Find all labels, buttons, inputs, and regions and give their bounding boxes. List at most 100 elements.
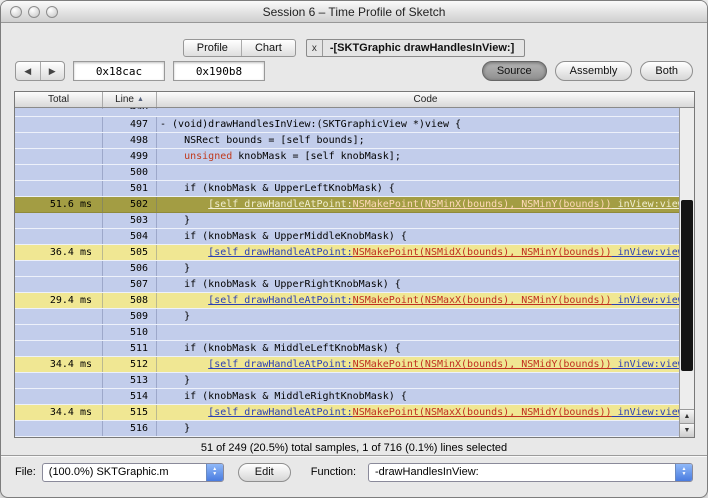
- line-number-cell: 513: [103, 373, 157, 388]
- table-row[interactable]: 507 if (knobMask & UpperRightKnobMask) {: [15, 277, 679, 293]
- code-cell: - (void)drawHandlesInView:(SKTGraphicVie…: [157, 117, 679, 132]
- code-segment: NSMakePoint(NSMaxX(bounds), NSMidY(bound…: [353, 407, 612, 418]
- code-segment: inView:view];: [612, 247, 679, 258]
- code-cell: [157, 325, 679, 340]
- title-bar[interactable]: Session 6 – Time Profile of Sketch: [1, 1, 707, 23]
- code-cell: NSRect bounds = [self bounds];: [157, 133, 679, 148]
- code-segment: if (knobMask & UpperRightKnobMask) {: [160, 279, 401, 290]
- scrollbar-thumb[interactable]: [681, 200, 693, 371]
- app-window: Session 6 – Time Profile of Sketch Profi…: [0, 0, 708, 498]
- file-popup[interactable]: (100.0%) SKTGraphic.m ▲ ▼: [42, 463, 224, 482]
- table-row[interactable]: 516 }: [15, 421, 679, 437]
- tab-strip: Profile Chart x -[SKTGraphic drawHandles…: [1, 38, 707, 58]
- tab-chart[interactable]: Chart: [241, 40, 295, 56]
- line-number-cell: 507: [103, 277, 157, 292]
- address-field-end[interactable]: [173, 61, 265, 81]
- code-cell: }: [157, 261, 679, 276]
- line-number-cell: 514: [103, 389, 157, 404]
- function-label: Function:: [311, 466, 356, 478]
- table-row[interactable]: 509 }: [15, 309, 679, 325]
- code-cell: if (knobMask & UpperLeftKnobMask) {: [157, 181, 679, 196]
- code-segment: if (knobMask & MiddleLeftKnobMask) {: [160, 343, 401, 354]
- code-cell: if (knobMask & MiddleRightKnobMask) {: [157, 389, 679, 404]
- line-number-cell: 511: [103, 341, 157, 356]
- code-segment: if (knobMask & UpperMiddleKnobMask) {: [160, 231, 407, 242]
- forward-icon[interactable]: ▶: [40, 62, 65, 80]
- history-segmented-control: ◀ ▶: [15, 61, 65, 81]
- table-row[interactable]: 510: [15, 325, 679, 341]
- table-row[interactable]: 498 NSRect bounds = [self bounds];: [15, 133, 679, 149]
- table-row[interactable]: 496: [15, 108, 679, 117]
- table-row[interactable]: 503 }: [15, 213, 679, 229]
- popup-arrows-icon: ▲ ▼: [206, 464, 223, 481]
- code-cell: if (knobMask & UpperRightKnobMask) {: [157, 277, 679, 292]
- tab-drawhandlesinview[interactable]: x -[SKTGraphic drawHandlesInView:]: [306, 39, 525, 57]
- table-row[interactable]: 36.4 ms505 [self drawHandleAtPoint:NSMak…: [15, 245, 679, 261]
- table-row[interactable]: 504 if (knobMask & UpperMiddleKnobMask) …: [15, 229, 679, 245]
- line-number-cell: 510: [103, 325, 157, 340]
- table-row[interactable]: 514 if (knobMask & MiddleRightKnobMask) …: [15, 389, 679, 405]
- line-number-cell: 502: [103, 197, 157, 212]
- code-cell: [self drawHandleAtPoint:NSMakePoint(NSMa…: [157, 405, 679, 420]
- column-header-line[interactable]: Line ▲: [103, 92, 157, 107]
- vertical-scrollbar[interactable]: ▲ ▼: [679, 108, 694, 437]
- code-segment: - (void)drawHandlesInView:(SKTGraphicVie…: [160, 119, 461, 130]
- back-icon[interactable]: ◀: [16, 62, 40, 80]
- code-segment: if (knobMask & UpperLeftKnobMask) {: [160, 183, 395, 194]
- code-cell: }: [157, 373, 679, 388]
- view-segmented-control: Profile Chart: [183, 39, 296, 57]
- table-row[interactable]: 513 }: [15, 373, 679, 389]
- file-popup-value: (100.0%) SKTGraphic.m: [43, 464, 206, 481]
- source-button[interactable]: Source: [482, 61, 547, 81]
- code-segment: NSMakePoint(NSMinX(bounds), NSMidY(bound…: [353, 359, 612, 370]
- address-field-start[interactable]: [73, 61, 165, 81]
- code-segment: [self drawHandleAtPoint:: [208, 247, 353, 258]
- function-popup-value: -drawHandlesInView:: [369, 464, 675, 481]
- close-tab-icon[interactable]: x: [307, 40, 323, 56]
- source-profile-table: Total Line ▲ Code 496497- (void)drawHand…: [14, 91, 695, 438]
- code-segment: if (knobMask & MiddleRightKnobMask) {: [160, 391, 407, 402]
- line-number-cell: 503: [103, 213, 157, 228]
- assembly-button[interactable]: Assembly: [555, 61, 633, 81]
- column-header-total[interactable]: Total: [15, 92, 103, 107]
- table-row[interactable]: 51.6 ms502 [self drawHandleAtPoint:NSMak…: [15, 197, 679, 213]
- code-segment: [160, 151, 184, 162]
- code-cell: }: [157, 421, 679, 436]
- total-cell: [15, 133, 103, 148]
- table-row[interactable]: 501 if (knobMask & UpperLeftKnobMask) {: [15, 181, 679, 197]
- scroll-up-icon[interactable]: ▲: [680, 409, 694, 423]
- table-row[interactable]: 29.4 ms508 [self drawHandleAtPoint:NSMak…: [15, 293, 679, 309]
- code-segment: }: [160, 215, 190, 226]
- file-label: File:: [15, 466, 36, 478]
- code-segment: inView:view];: [612, 359, 679, 370]
- line-number-cell: 508: [103, 293, 157, 308]
- table-row[interactable]: 500: [15, 165, 679, 181]
- line-number-cell: 500: [103, 165, 157, 180]
- line-number-cell: 516: [103, 421, 157, 436]
- code-segment: }: [160, 311, 190, 322]
- tab-profile[interactable]: Profile: [184, 40, 241, 56]
- code-segment: NSMakePoint(NSMidX(bounds), NSMinY(bound…: [353, 247, 612, 258]
- scrollbar-arrows: ▲ ▼: [680, 409, 694, 437]
- popup-down-icon: ▼: [212, 472, 217, 477]
- function-popup[interactable]: -drawHandlesInView: ▲ ▼: [368, 463, 693, 482]
- table-row[interactable]: 34.4 ms515 [self drawHandleAtPoint:NSMak…: [15, 405, 679, 421]
- table-row[interactable]: 497- (void)drawHandlesInView:(SKTGraphic…: [15, 117, 679, 133]
- code-segment: [self drawHandleAtPoint:: [208, 295, 353, 306]
- line-number-cell: 501: [103, 181, 157, 196]
- navigation-row: ◀ ▶ Source Assembly Both: [15, 60, 693, 82]
- table-row[interactable]: 499 unsigned knobMask = [self knobMask];: [15, 149, 679, 165]
- total-cell: [15, 325, 103, 340]
- total-cell: [15, 108, 103, 109]
- edit-button[interactable]: Edit: [238, 463, 291, 482]
- column-header-code[interactable]: Code: [157, 92, 694, 107]
- code-segment: [160, 407, 208, 418]
- both-button[interactable]: Both: [640, 61, 693, 81]
- table-row[interactable]: 511 if (knobMask & MiddleLeftKnobMask) {: [15, 341, 679, 357]
- total-cell: 34.4 ms: [15, 357, 103, 372]
- table-row[interactable]: 506 }: [15, 261, 679, 277]
- table-row[interactable]: 34.4 ms512 [self drawHandleAtPoint:NSMak…: [15, 357, 679, 373]
- footer-bar: File: (100.0%) SKTGraphic.m ▲ ▼ Edit Fun…: [15, 461, 693, 483]
- line-number-cell: 499: [103, 149, 157, 164]
- scroll-down-icon[interactable]: ▼: [680, 423, 694, 437]
